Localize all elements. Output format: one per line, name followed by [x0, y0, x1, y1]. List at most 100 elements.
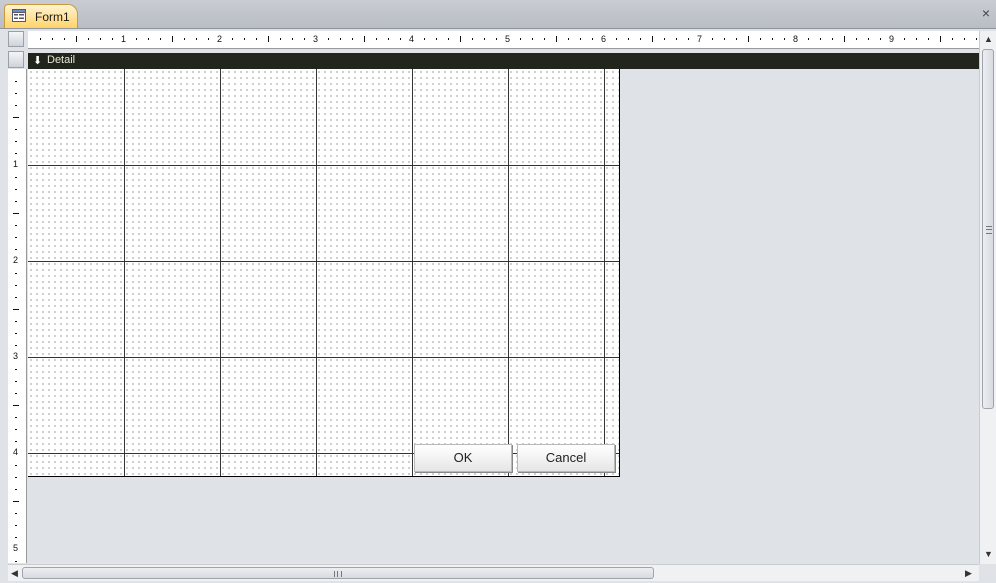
ruler-tick [712, 38, 713, 40]
ruler-tick [592, 38, 593, 40]
vertical-ruler[interactable]: 1 2 3 4 5 [8, 69, 27, 563]
ruler-tick [13, 405, 19, 406]
ruler-number: 9 [889, 34, 895, 44]
ruler-tick [340, 38, 341, 40]
grid-line [508, 69, 509, 476]
ruler-tick [448, 38, 449, 40]
ruler-tick [15, 249, 17, 250]
ruler-tick [244, 38, 245, 40]
scroll-up-icon[interactable]: ▲ [984, 34, 993, 44]
ruler-tick [15, 189, 17, 190]
ruler-tick [160, 38, 161, 40]
ruler-tick [760, 38, 761, 40]
ruler-tick [15, 201, 17, 202]
ruler-tick [15, 441, 17, 442]
ruler-tick [688, 38, 689, 40]
ruler-tick [268, 36, 269, 42]
ruler-tick [808, 38, 809, 40]
ruler-tick [15, 225, 17, 226]
ruler-number: 8 [793, 34, 799, 44]
ruler-tick [628, 38, 629, 40]
horizontal-ruler[interactable]: 1 2 3 4 5 6 7 8 9 [28, 31, 980, 49]
ruler-tick [280, 38, 281, 40]
ruler-tick [88, 38, 89, 40]
ruler-tick [15, 153, 17, 154]
ruler-tick [748, 36, 749, 42]
ruler-number: 4 [409, 34, 415, 44]
ruler-tick [664, 38, 665, 40]
ruler-tick [784, 38, 785, 40]
ruler-tick [952, 38, 953, 40]
ruler-tick [856, 38, 857, 40]
detail-design-grid[interactable] [28, 69, 620, 477]
ruler-tick [772, 38, 773, 40]
ruler-tick [232, 38, 233, 40]
ok-button[interactable]: OK [414, 444, 512, 472]
grid-line [604, 69, 605, 476]
document-tab-strip: Form1 × [0, 0, 996, 29]
ruler-tick [172, 36, 173, 42]
ruler-tick [15, 273, 17, 274]
ruler-tick [136, 38, 137, 40]
ruler-tick [15, 477, 17, 478]
ruler-tick [640, 38, 641, 40]
ruler-tick [15, 297, 17, 298]
ruler-number: 5 [13, 543, 19, 553]
scroll-down-icon[interactable]: ▼ [984, 549, 993, 559]
section-collapse-arrow-icon: ⬇ [33, 55, 43, 67]
ruler-tick [15, 345, 17, 346]
ruler-tick [15, 381, 17, 382]
cancel-button[interactable]: Cancel [517, 444, 615, 472]
ruler-tick [724, 38, 725, 40]
scroll-right-icon[interactable]: ▶ [965, 568, 972, 578]
ruler-tick [904, 38, 905, 40]
ruler-tick [13, 213, 19, 214]
ruler-number: 4 [13, 447, 19, 457]
ruler-tick [15, 417, 17, 418]
ruler-tick [964, 38, 965, 40]
form-icon [12, 9, 26, 22]
ruler-number: 2 [217, 34, 223, 44]
ruler-tick [15, 285, 17, 286]
ruler-tick [15, 465, 17, 466]
ruler-tick [736, 38, 737, 40]
ruler-tick [544, 38, 545, 40]
ruler-number: 1 [13, 159, 19, 169]
ruler-tick [15, 81, 17, 82]
tab-form1[interactable]: Form1 [4, 4, 78, 28]
horizontal-scroll-thumb[interactable] [22, 567, 654, 579]
ruler-tick [652, 36, 653, 42]
ruler-tick [15, 537, 17, 538]
ruler-tick [15, 561, 17, 562]
ruler-tick [532, 38, 533, 40]
ruler-tick [832, 38, 833, 40]
ruler-tick [13, 309, 19, 310]
close-icon[interactable]: × [982, 6, 990, 20]
ruler-tick [976, 38, 977, 40]
vertical-scrollbar[interactable]: ▲ ▼ [979, 31, 996, 564]
detail-section-bar[interactable]: ⬇ Detail [28, 53, 979, 69]
ruler-tick [15, 321, 17, 322]
ruler-tick [184, 38, 185, 40]
ruler-tick [580, 38, 581, 40]
ruler-tick [15, 105, 17, 106]
section-label: Detail [47, 54, 76, 66]
horizontal-scrollbar[interactable]: ◀ ▶ [8, 564, 979, 581]
section-selector[interactable] [8, 51, 24, 68]
ruler-tick [15, 525, 17, 526]
grid-line [124, 69, 125, 476]
ruler-tick [556, 36, 557, 42]
ruler-tick [256, 38, 257, 40]
ruler-tick [880, 38, 881, 40]
grip-icon [986, 226, 992, 234]
ruler-tick [15, 429, 17, 430]
form-selector[interactable] [8, 31, 24, 47]
ruler-number: 6 [601, 34, 607, 44]
ruler-number: 2 [13, 255, 19, 265]
ruler-tick [568, 38, 569, 40]
tab-label: Form1 [35, 10, 70, 24]
ruler-tick [388, 38, 389, 40]
vertical-scroll-thumb[interactable] [982, 49, 994, 409]
grid-line [28, 165, 619, 166]
scroll-left-icon[interactable]: ◀ [11, 568, 18, 578]
